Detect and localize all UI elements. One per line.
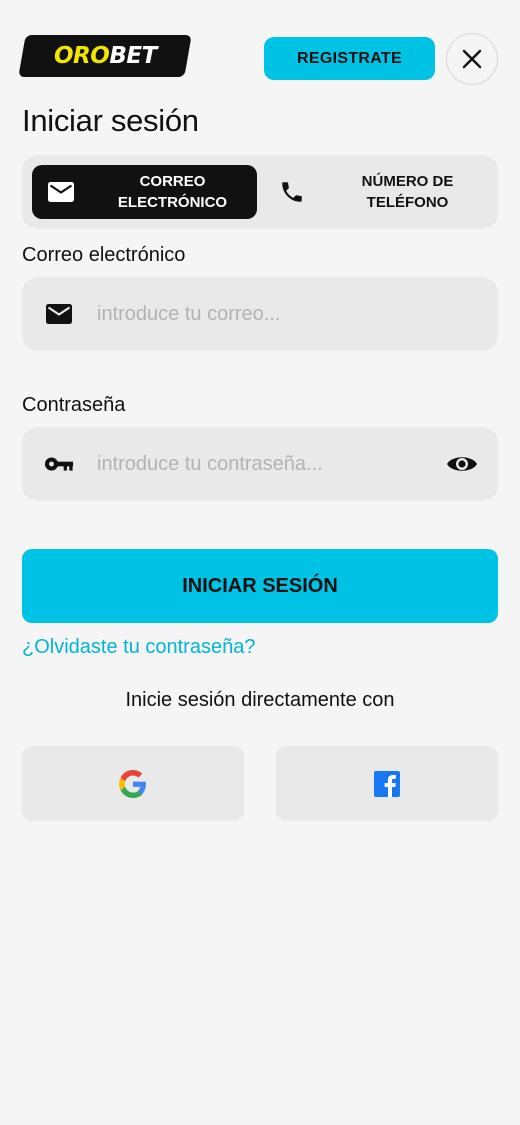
social-login-caption: Inicie sesión directamente con xyxy=(125,689,395,711)
eye-icon[interactable] xyxy=(446,451,478,477)
key-icon xyxy=(44,451,74,477)
close-icon xyxy=(462,49,482,69)
page-title: Iniciar sesión xyxy=(22,103,199,138)
tab-phone[interactable]: NÚMERO DE TELÉFONO xyxy=(265,165,490,219)
password-field[interactable] xyxy=(22,427,498,501)
login-button[interactable]: INICIAR SESIÓN xyxy=(22,549,498,623)
close-button[interactable] xyxy=(446,33,498,85)
email-field[interactable] xyxy=(22,277,498,351)
tab-email[interactable]: CORREO ELECTRÓNICO xyxy=(32,165,257,219)
password-input[interactable] xyxy=(97,444,427,484)
mail-icon xyxy=(46,178,76,206)
facebook-login-button[interactable] xyxy=(276,746,498,821)
google-icon xyxy=(119,769,146,798)
header: OROBET REGISTRATE xyxy=(0,0,520,110)
register-button[interactable]: REGISTRATE xyxy=(264,37,435,80)
logo-text: OROBET xyxy=(54,43,157,69)
tab-phone-label: NÚMERO DE TELÉFONO xyxy=(361,173,454,211)
logo-text-bet: BET xyxy=(108,43,157,69)
google-login-button[interactable] xyxy=(22,746,244,821)
login-method-tabs: CORREO ELECTRÓNICO NÚMERO DE TELÉFONO xyxy=(22,155,498,229)
phone-icon xyxy=(277,178,307,206)
logo-text-oro: ORO xyxy=(53,43,109,69)
orobet-logo[interactable]: OROBET xyxy=(18,35,192,77)
password-label: Contraseña xyxy=(22,394,126,416)
mail-icon xyxy=(44,301,74,327)
email-label: Correo electrónico xyxy=(22,244,186,266)
email-input[interactable] xyxy=(97,294,427,334)
facebook-icon xyxy=(374,770,400,797)
forgot-password-link[interactable]: ¿Olvidaste tu contraseña? xyxy=(22,636,255,659)
tab-email-label: CORREO ELECTRÓNICO xyxy=(117,173,228,211)
